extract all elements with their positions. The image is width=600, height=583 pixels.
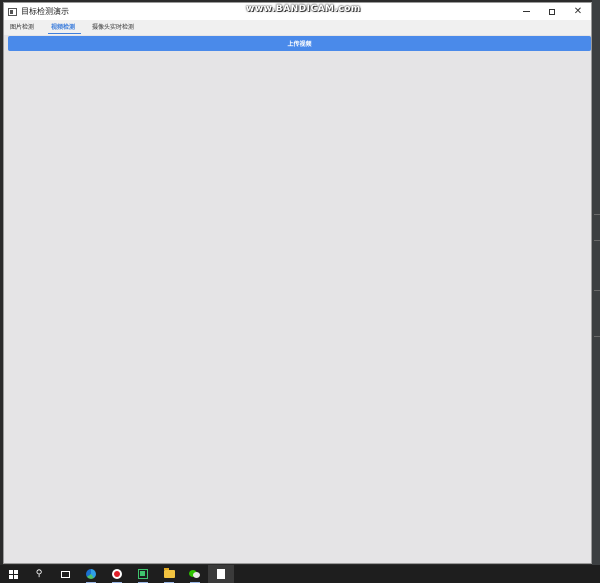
tab-bar: 图片检测 视频检测 摄像头实时检测: [4, 20, 591, 35]
app-icon: [8, 7, 17, 16]
edge-browser-icon: [86, 569, 96, 579]
task-view-icon: [60, 570, 70, 578]
bandicam-watermark: www.BANDICAM.com: [246, 4, 361, 14]
pycharm-icon: [138, 569, 148, 579]
bandicam-record-icon: [112, 569, 122, 579]
window-title: 目标检测演示: [21, 7, 69, 16]
tab-camera-realtime-detection[interactable]: 摄像头实时检测: [89, 22, 140, 35]
minimize-button[interactable]: [513, 3, 539, 20]
wechat-icon: [189, 569, 201, 579]
taskbar-file-explorer[interactable]: [156, 565, 182, 583]
upload-video-button[interactable]: 上传视频: [8, 36, 591, 51]
tab-image-detection[interactable]: 图片检测: [7, 22, 40, 35]
taskbar-document[interactable]: [208, 565, 234, 583]
title-bar[interactable]: 目标检测演示 www.BANDICAM.com ✕: [4, 3, 591, 20]
close-button[interactable]: ✕: [565, 3, 591, 20]
minimize-icon: [522, 11, 530, 12]
windows-start-icon: [8, 569, 18, 579]
taskbar-pycharm[interactable]: [130, 565, 156, 583]
maximize-icon: [549, 8, 555, 15]
tab-video-detection[interactable]: 视频检测: [48, 22, 82, 35]
maximize-button[interactable]: [539, 3, 565, 20]
taskbar: ⚲: [0, 565, 600, 583]
taskbar-wechat[interactable]: [182, 565, 208, 583]
app-window: 目标检测演示 www.BANDICAM.com ✕ 图片检测 视频检测 摄像头实…: [3, 2, 592, 564]
taskbar-bandicam[interactable]: [104, 565, 130, 583]
document-icon: [217, 569, 225, 579]
background-window-strip: [592, 0, 600, 565]
task-view-button[interactable]: [52, 565, 78, 583]
file-explorer-icon: [163, 568, 175, 578]
taskbar-edge[interactable]: [78, 565, 104, 583]
start-button[interactable]: [0, 565, 26, 583]
close-icon: ✕: [573, 5, 583, 17]
window-controls: ✕: [513, 3, 591, 20]
search-button[interactable]: ⚲: [26, 565, 52, 583]
search-icon: ⚲: [35, 569, 43, 579]
